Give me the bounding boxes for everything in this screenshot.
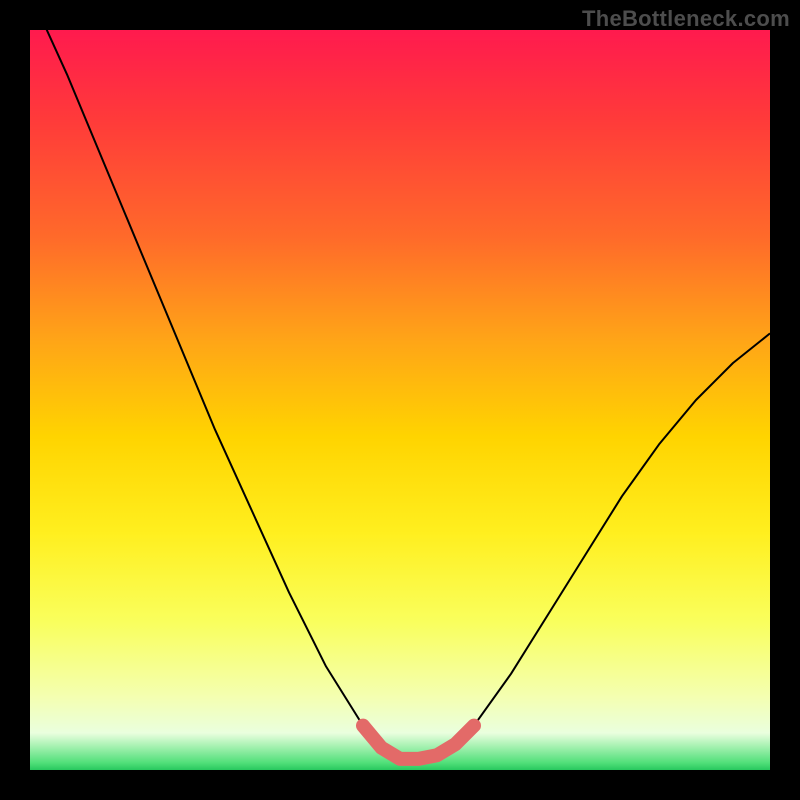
chart-svg bbox=[30, 30, 770, 770]
watermark-text: TheBottleneck.com bbox=[582, 6, 790, 32]
optimal-region-highlight bbox=[363, 726, 474, 759]
plot-area bbox=[30, 30, 770, 770]
bottleneck-curve bbox=[30, 30, 770, 759]
chart-frame: TheBottleneck.com bbox=[0, 0, 800, 800]
